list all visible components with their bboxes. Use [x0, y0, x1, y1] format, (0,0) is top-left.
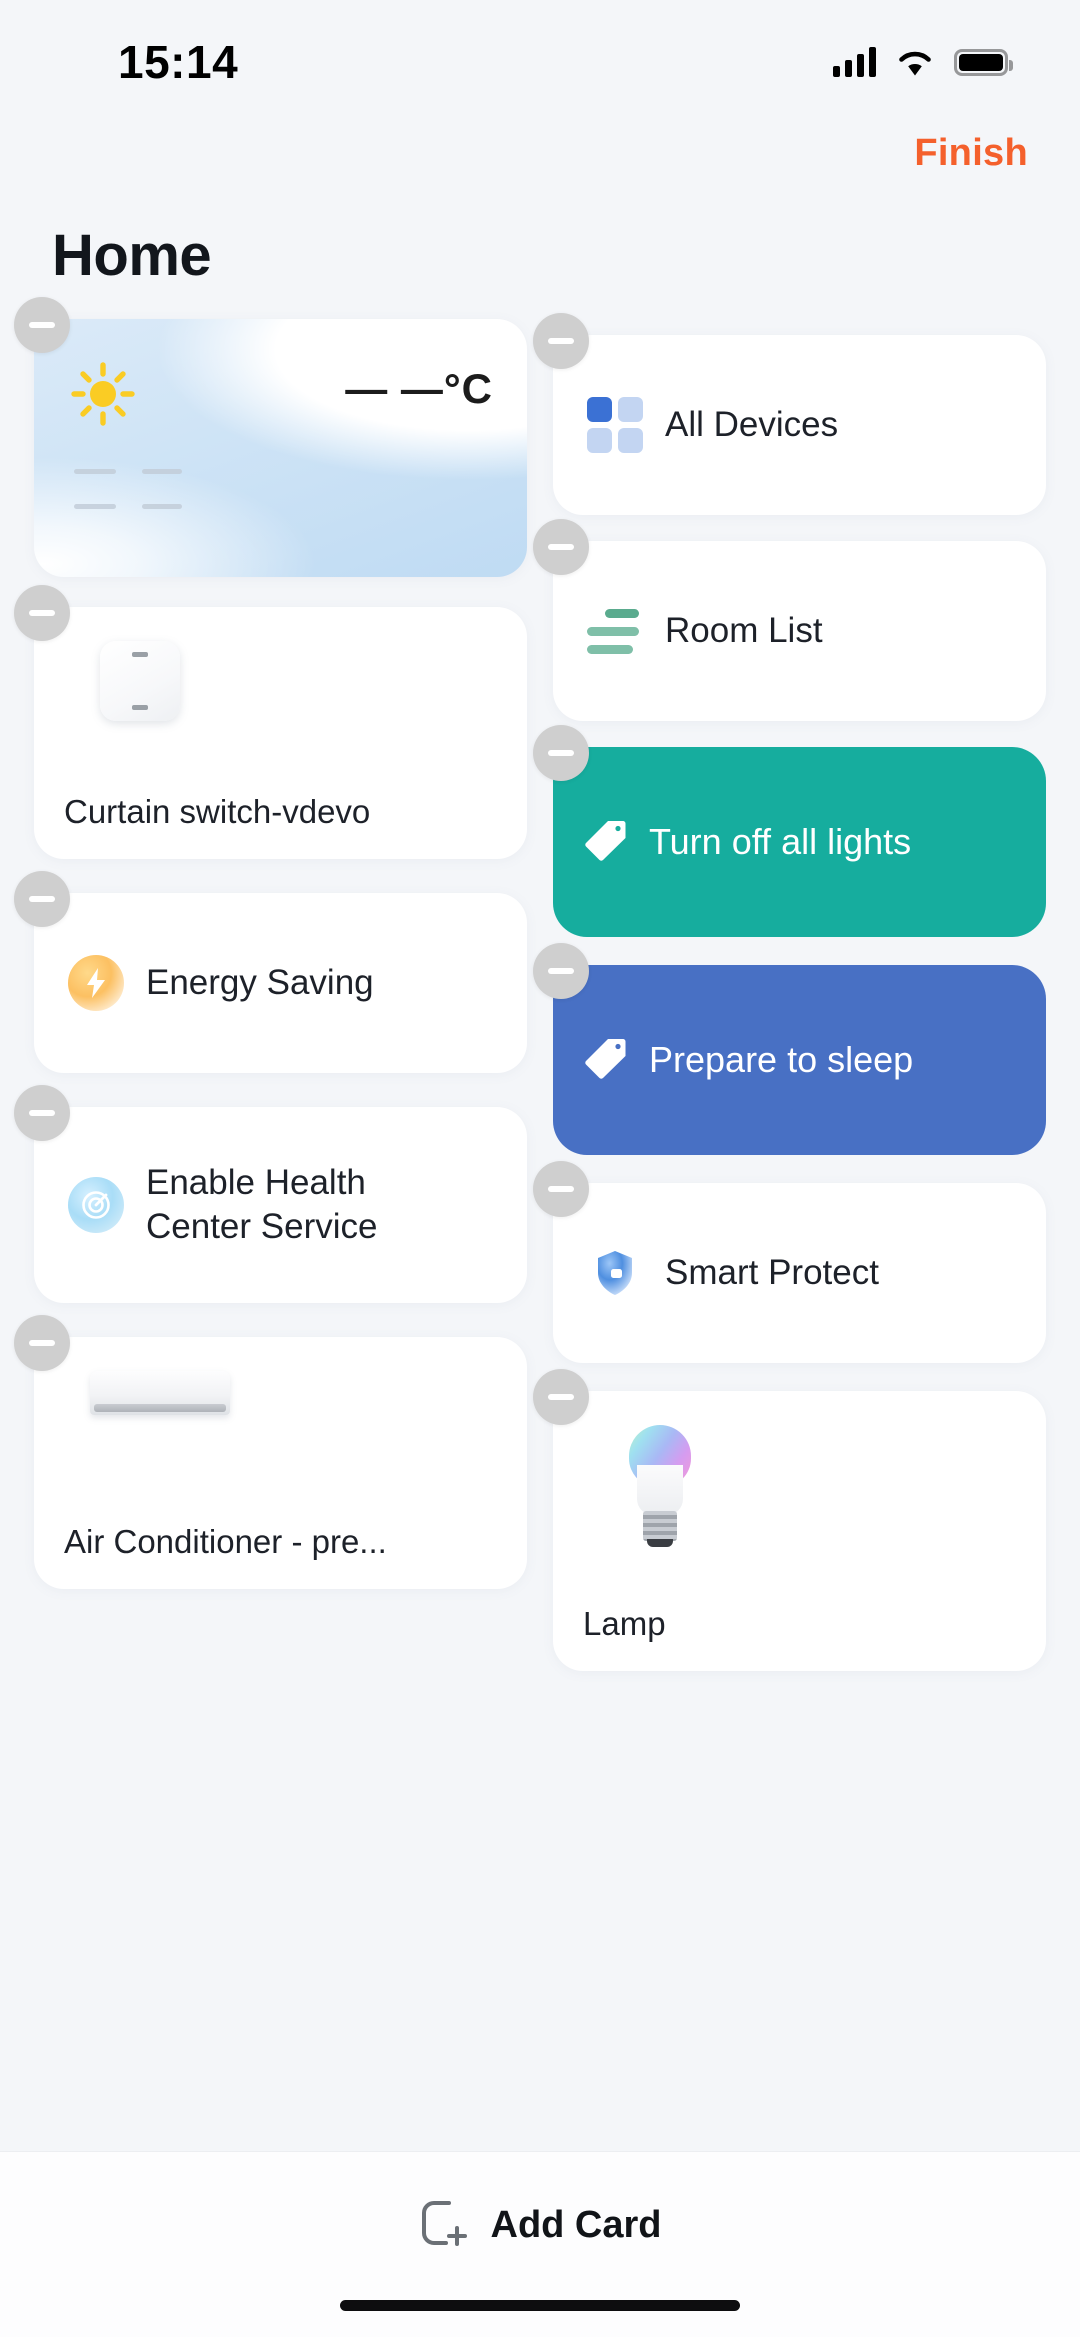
placeholder-dash: [142, 469, 182, 474]
weather-placeholder-row: [74, 504, 182, 509]
health-center-card[interactable]: Enable Health Center Service: [34, 1107, 527, 1303]
prepare-to-sleep-label: Prepare to sleep: [649, 1039, 914, 1080]
lightning-bolt-icon: [68, 955, 124, 1011]
placeholder-dash: [74, 504, 116, 509]
room-list-card-wrapper: Room List: [533, 519, 1046, 721]
shield-icon: [587, 1245, 643, 1301]
status-bar: 15:14: [0, 0, 1080, 110]
minus-circle-icon[interactable]: [533, 943, 589, 999]
add-card-icon: [419, 2198, 469, 2253]
all-devices-card[interactable]: All Devices: [553, 335, 1046, 515]
health-center-label-line2: Center Service: [146, 1207, 378, 1246]
health-center-card-wrapper: Enable Health Center Service: [14, 1085, 527, 1303]
curtain-switch-card[interactable]: Curtain switch-vdevo: [34, 607, 527, 859]
prepare-to-sleep-card[interactable]: Prepare to sleep: [553, 965, 1046, 1155]
weather-card[interactable]: — —°C: [34, 319, 527, 577]
bottom-bar: Add Card: [0, 2151, 1080, 2337]
sun-icon: [70, 361, 136, 427]
minus-circle-icon[interactable]: [533, 519, 589, 575]
weather-placeholders: [74, 469, 182, 539]
placeholder-dash: [74, 469, 116, 474]
grid-column-right: All Devices Room List Turn off all light…: [533, 313, 1046, 1695]
all-devices-label: All Devices: [665, 404, 839, 444]
tag-icon: [583, 817, 629, 868]
cellular-signal-icon: [833, 47, 876, 77]
turn-off-all-lights-label: Turn off all lights: [649, 821, 912, 862]
minus-circle-icon[interactable]: [533, 313, 589, 369]
weather-placeholder-row: [74, 469, 182, 474]
room-bars-icon: [587, 608, 643, 654]
minus-circle-icon[interactable]: [14, 585, 70, 641]
header-actions: Finish: [0, 110, 1080, 196]
status-bar-icons: [833, 47, 1013, 77]
grid-squares-icon: [587, 397, 643, 453]
target-icon: [68, 1177, 124, 1233]
minus-circle-icon[interactable]: [14, 1315, 70, 1371]
wall-switch-icon: [64, 641, 497, 751]
rgb-bulb-icon: [583, 1425, 1016, 1565]
minus-circle-icon[interactable]: [14, 297, 70, 353]
curtain-switch-card-wrapper: Curtain switch-vdevo: [14, 585, 527, 859]
health-center-label-line1: Enable Health: [146, 1162, 366, 1202]
room-list-label: Room List: [665, 610, 823, 650]
smart-protect-card-wrapper: Smart Protect: [533, 1161, 1046, 1363]
minus-circle-icon[interactable]: [533, 725, 589, 781]
lamp-label: Lamp: [583, 1605, 666, 1642]
add-card-label: Add Card: [490, 2204, 662, 2246]
minus-circle-icon[interactable]: [14, 871, 70, 927]
energy-saving-label: Energy Saving: [146, 962, 374, 1002]
health-center-label: Enable Health Center Service: [146, 1161, 377, 1249]
status-bar-time: 15:14: [118, 36, 239, 88]
air-conditioner-card-wrapper: Air Conditioner - pre...: [14, 1315, 527, 1589]
weather-temperature: — —°C: [345, 365, 493, 412]
finish-button[interactable]: Finish: [914, 132, 1028, 175]
grid-column-left: — —°C Curtain switch-vdevo Energy Saving…: [14, 297, 540, 1695]
air-conditioner-icon: [64, 1371, 497, 1481]
air-conditioner-label: Air Conditioner - pre...: [64, 1523, 387, 1560]
turn-off-all-lights-card[interactable]: Turn off all lights: [553, 747, 1046, 937]
wifi-icon: [896, 47, 934, 77]
weather-card-wrapper: — —°C: [14, 297, 527, 577]
energy-saving-card-wrapper: Energy Saving: [14, 871, 527, 1073]
air-conditioner-card[interactable]: Air Conditioner - pre...: [34, 1337, 527, 1589]
page-title: Home: [52, 223, 212, 288]
all-devices-card-wrapper: All Devices: [533, 313, 1046, 515]
lamp-card-wrapper: Lamp: [533, 1369, 1046, 1671]
home-indicator[interactable]: [340, 2300, 740, 2311]
minus-circle-icon[interactable]: [14, 1085, 70, 1141]
add-card-button[interactable]: Add Card: [419, 2198, 662, 2253]
prepare-to-sleep-card-wrapper: Prepare to sleep: [533, 943, 1046, 1155]
lamp-card[interactable]: Lamp: [553, 1391, 1046, 1671]
smart-protect-label: Smart Protect: [665, 1252, 879, 1292]
minus-circle-icon[interactable]: [533, 1369, 589, 1425]
turn-off-lights-card-wrapper: Turn off all lights: [533, 725, 1046, 937]
tag-icon: [583, 1035, 629, 1086]
placeholder-dash: [142, 504, 182, 509]
minus-circle-icon[interactable]: [533, 1161, 589, 1217]
curtain-switch-label: Curtain switch-vdevo: [64, 793, 371, 830]
smart-protect-card[interactable]: Smart Protect: [553, 1183, 1046, 1363]
card-grid: — —°C Curtain switch-vdevo Energy Saving…: [0, 297, 1080, 1695]
battery-icon: [954, 48, 1013, 76]
room-list-card[interactable]: Room List: [553, 541, 1046, 721]
energy-saving-card[interactable]: Energy Saving: [34, 893, 527, 1073]
